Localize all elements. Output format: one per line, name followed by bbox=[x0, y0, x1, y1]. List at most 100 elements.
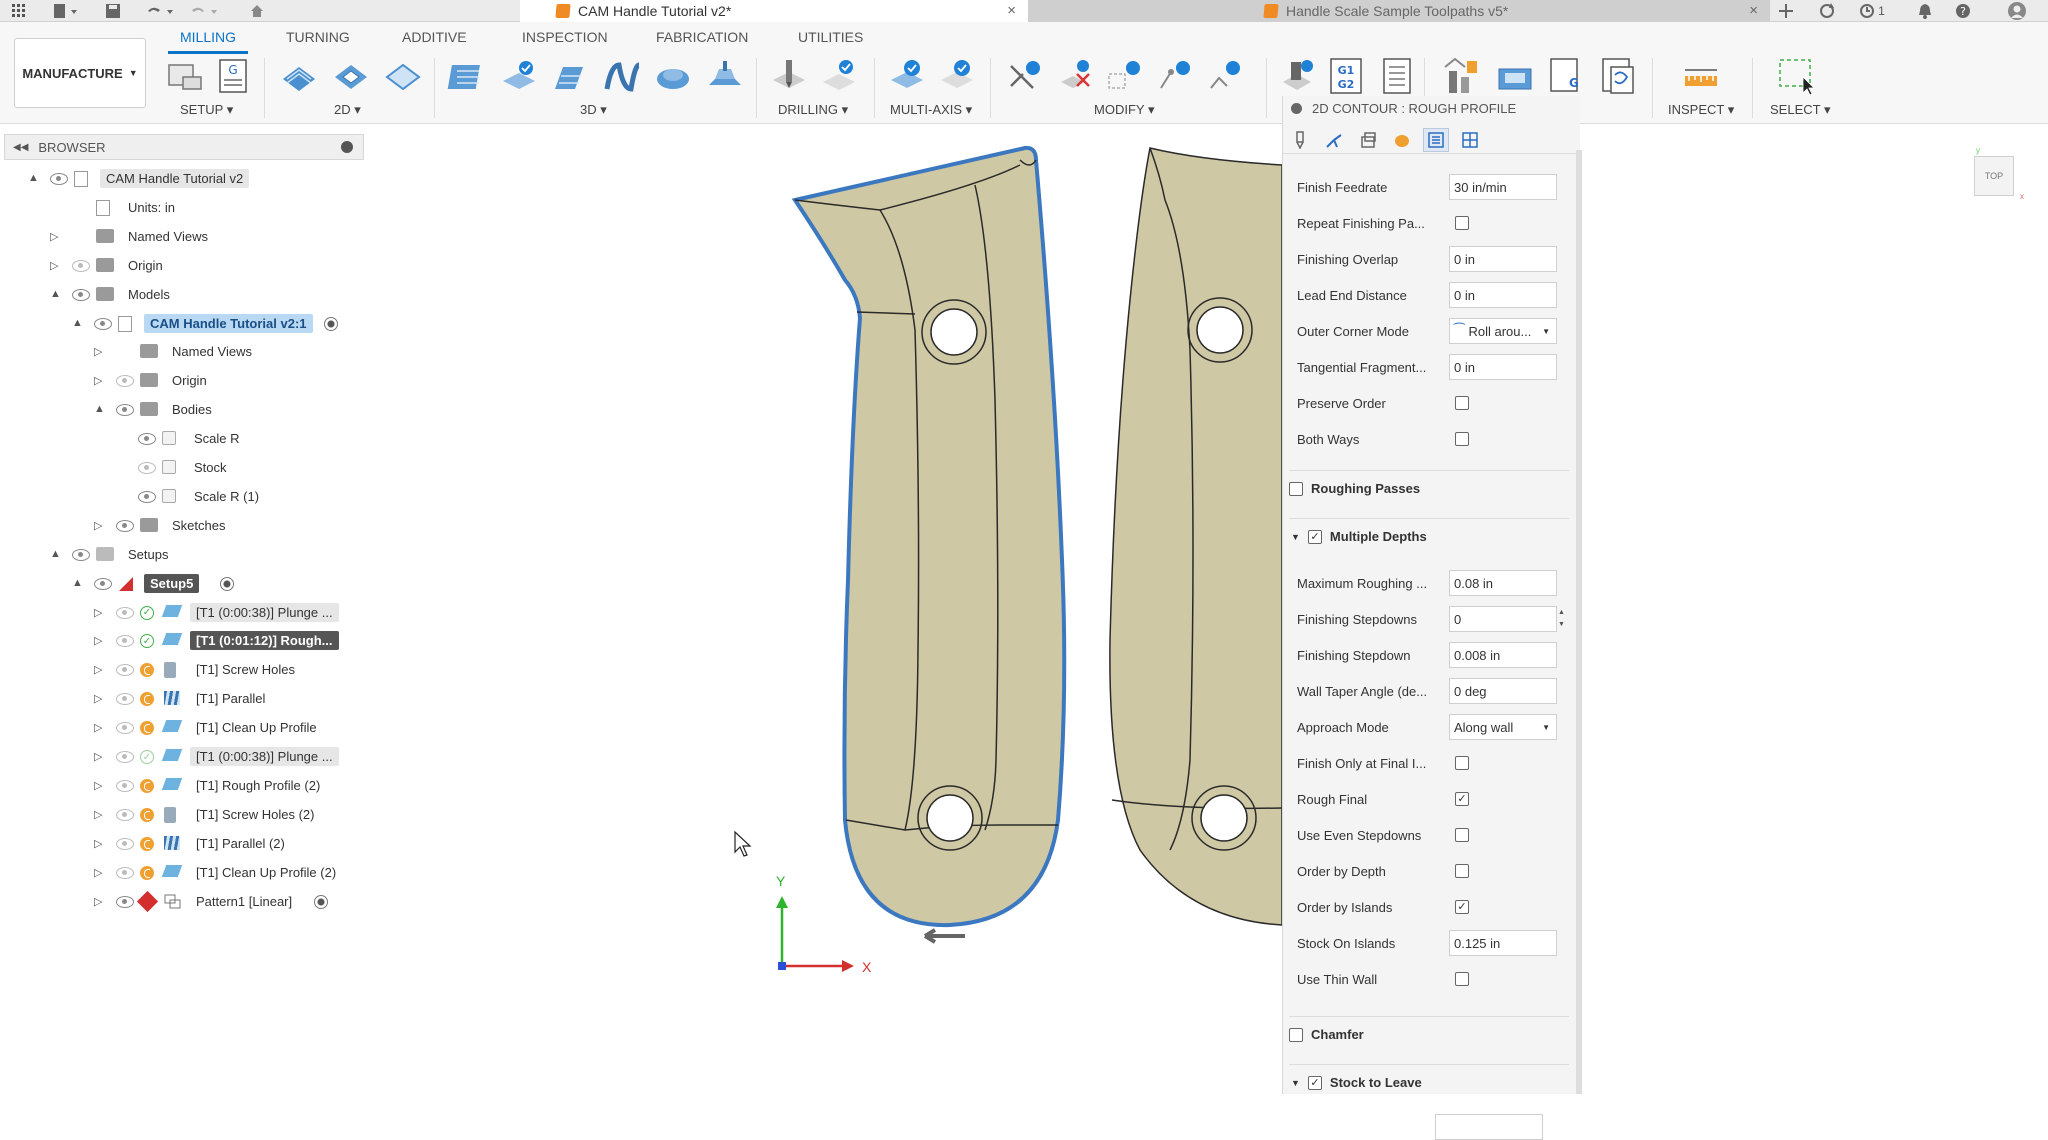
tree-setup[interactable]: ▲ Setup5 bbox=[72, 573, 392, 595]
tab-linking-icon[interactable] bbox=[1423, 128, 1449, 152]
expand-toggle-icon[interactable]: ▷ bbox=[94, 750, 102, 763]
param-input[interactable]: 30 in/min bbox=[1449, 174, 1557, 200]
param-checkbox[interactable] bbox=[1455, 864, 1469, 878]
tab-heights-icon[interactable] bbox=[1355, 128, 1381, 152]
group-3d-label[interactable]: 3D ▾ bbox=[580, 102, 607, 118]
2d-face-icon[interactable] bbox=[382, 56, 424, 96]
expand-toggle-icon[interactable]: ▷ bbox=[94, 374, 102, 387]
visibility-eye-icon[interactable] bbox=[116, 837, 134, 850]
2d-adaptive-icon[interactable] bbox=[278, 56, 320, 96]
tree-named-views[interactable]: ▷ Named Views bbox=[50, 226, 370, 248]
visibility-eye-icon[interactable] bbox=[116, 751, 134, 763]
document-tab-active[interactable]: CAM Handle Tutorial v2* × bbox=[520, 0, 1028, 22]
redo-icon[interactable] bbox=[186, 2, 222, 20]
setup-sheet-doc-icon[interactable] bbox=[1376, 56, 1418, 96]
3d-scallop-icon[interactable] bbox=[704, 56, 746, 96]
template-library-icon[interactable]: G bbox=[1546, 56, 1588, 96]
2d-pocket-icon[interactable] bbox=[330, 56, 372, 96]
param-input[interactable]: 0 in bbox=[1449, 354, 1557, 380]
handle-scale-right[interactable] bbox=[1109, 147, 1282, 926]
tab-passes-icon[interactable] bbox=[1389, 128, 1415, 152]
param-checkbox[interactable]: ✓ bbox=[1455, 792, 1469, 806]
clip-toolpath-icon[interactable] bbox=[1104, 56, 1146, 96]
hole-recognition-icon[interactable] bbox=[818, 56, 860, 96]
tree-component[interactable]: ▲ CAM Handle Tutorial v2:1 bbox=[72, 313, 392, 335]
trim-icon[interactable] bbox=[1004, 56, 1046, 96]
3d-adaptive-icon[interactable] bbox=[446, 56, 488, 96]
expand-toggle-icon[interactable]: ▲ bbox=[28, 172, 39, 184]
group-multi-axis-label[interactable]: MULTI-AXIS ▾ bbox=[890, 102, 972, 118]
group-inspect-label[interactable]: INSPECT ▾ bbox=[1668, 102, 1734, 118]
tree-root-document[interactable]: ▲ CAM Handle Tutorial v2 bbox=[28, 168, 348, 190]
param-checkbox[interactable] bbox=[1455, 972, 1469, 986]
param-input[interactable]: 0.008 in bbox=[1449, 642, 1557, 668]
expand-toggle-icon[interactable]: ▷ bbox=[94, 519, 102, 532]
viewcube[interactable]: TOP x y bbox=[1974, 146, 2024, 204]
post-process-icon[interactable]: G1 G2 bbox=[1326, 56, 1368, 96]
visibility-eye-icon[interactable] bbox=[116, 404, 134, 417]
save-icon[interactable] bbox=[102, 2, 124, 20]
collapse-browser-icon[interactable]: ◀◀ bbox=[13, 142, 28, 153]
move-entry-icon[interactable] bbox=[1204, 56, 1246, 96]
visibility-eye-icon[interactable] bbox=[116, 779, 134, 792]
notifications-icon[interactable] bbox=[1914, 2, 1936, 20]
refresh-icon[interactable] bbox=[1816, 2, 1838, 20]
group-setup-label[interactable]: SETUP ▾ bbox=[180, 102, 233, 118]
param-input[interactable]: 0.125 in bbox=[1449, 930, 1557, 956]
tab-fabrication[interactable]: FABRICATION bbox=[656, 29, 748, 45]
activate-radio-icon[interactable] bbox=[220, 576, 234, 591]
param-input[interactable]: 0 in bbox=[1449, 246, 1557, 272]
expand-toggle-icon[interactable]: ▷ bbox=[50, 230, 58, 243]
expand-toggle-icon[interactable]: ▷ bbox=[94, 692, 102, 705]
multi-axis-flow-icon[interactable] bbox=[936, 56, 978, 96]
visibility-eye-icon[interactable] bbox=[116, 895, 134, 908]
close-tab-icon[interactable]: × bbox=[1007, 2, 1016, 19]
expand-toggle-icon[interactable]: ▷ bbox=[94, 663, 102, 676]
file-menu-icon[interactable] bbox=[50, 2, 82, 20]
expand-toggle-icon[interactable]: ▲ bbox=[72, 577, 83, 589]
expand-toggle-icon[interactable]: ▲ bbox=[50, 288, 61, 300]
panel-scrollbar[interactable] bbox=[1576, 150, 1582, 1094]
tab-inspection[interactable]: INSPECTION bbox=[522, 29, 608, 45]
tab-additive[interactable]: ADDITIVE bbox=[402, 29, 467, 45]
activate-radio-icon[interactable] bbox=[314, 894, 328, 909]
tab-turning[interactable]: TURNING bbox=[286, 29, 350, 45]
3d-steep-shallow-icon[interactable] bbox=[548, 56, 590, 96]
param-checkbox[interactable] bbox=[1455, 756, 1469, 770]
param-input[interactable] bbox=[1435, 1114, 1543, 1140]
chevron-down-icon[interactable]: ▼ bbox=[1291, 1078, 1300, 1088]
expand-toggle-icon[interactable]: ▷ bbox=[94, 721, 102, 734]
visibility-eye-icon[interactable] bbox=[94, 317, 112, 330]
grid-menu-icon[interactable] bbox=[8, 2, 30, 20]
tree-models[interactable]: ▲ Models bbox=[50, 284, 370, 306]
multi-axis-swarf-icon[interactable] bbox=[886, 56, 928, 96]
param-input[interactable]: 0 in bbox=[1449, 282, 1557, 308]
3d-contour-icon[interactable] bbox=[652, 56, 694, 96]
expand-toggle-icon[interactable]: ▷ bbox=[94, 837, 102, 850]
tree-origin[interactable]: ▷ Origin bbox=[50, 255, 370, 277]
param-checkbox[interactable] bbox=[1455, 432, 1469, 446]
simulate-icon[interactable] bbox=[1276, 56, 1318, 96]
tool-library-icon[interactable] bbox=[1440, 56, 1482, 96]
browser-options-icon[interactable] bbox=[341, 141, 353, 153]
section-chamfer[interactable]: Chamfer bbox=[1289, 1016, 1569, 1052]
drill-icon[interactable] bbox=[768, 56, 810, 96]
section-stock-to-leave[interactable]: ▼ ✓ Stock to Leave bbox=[1289, 1064, 1569, 1100]
visibility-eye-icon[interactable] bbox=[50, 173, 68, 185]
visibility-eye-icon[interactable] bbox=[116, 722, 134, 735]
param-checkbox[interactable] bbox=[1455, 216, 1469, 230]
visibility-eye-icon[interactable] bbox=[138, 462, 156, 474]
section-checkbox[interactable]: ✓ bbox=[1307, 529, 1322, 544]
measure-icon[interactable] bbox=[1680, 56, 1722, 96]
help-icon[interactable]: ? bbox=[1952, 2, 1974, 20]
browser-header[interactable]: ◀◀ BROWSER bbox=[4, 134, 364, 160]
document-tab-inactive[interactable]: Handle Scale Sample Toolpaths v5* × bbox=[1028, 0, 1770, 22]
handle-scale-left[interactable] bbox=[791, 145, 1067, 928]
expand-toggle-icon[interactable]: ▲ bbox=[94, 403, 105, 415]
visibility-eye-icon[interactable] bbox=[116, 635, 134, 648]
tab-utilities[interactable]: UTILITIES bbox=[798, 29, 863, 45]
param-checkbox[interactable] bbox=[1455, 828, 1469, 842]
expand-toggle-icon[interactable]: ▷ bbox=[94, 345, 102, 358]
expand-toggle-icon[interactable]: ▷ bbox=[94, 634, 102, 647]
visibility-eye-icon[interactable] bbox=[138, 433, 156, 446]
